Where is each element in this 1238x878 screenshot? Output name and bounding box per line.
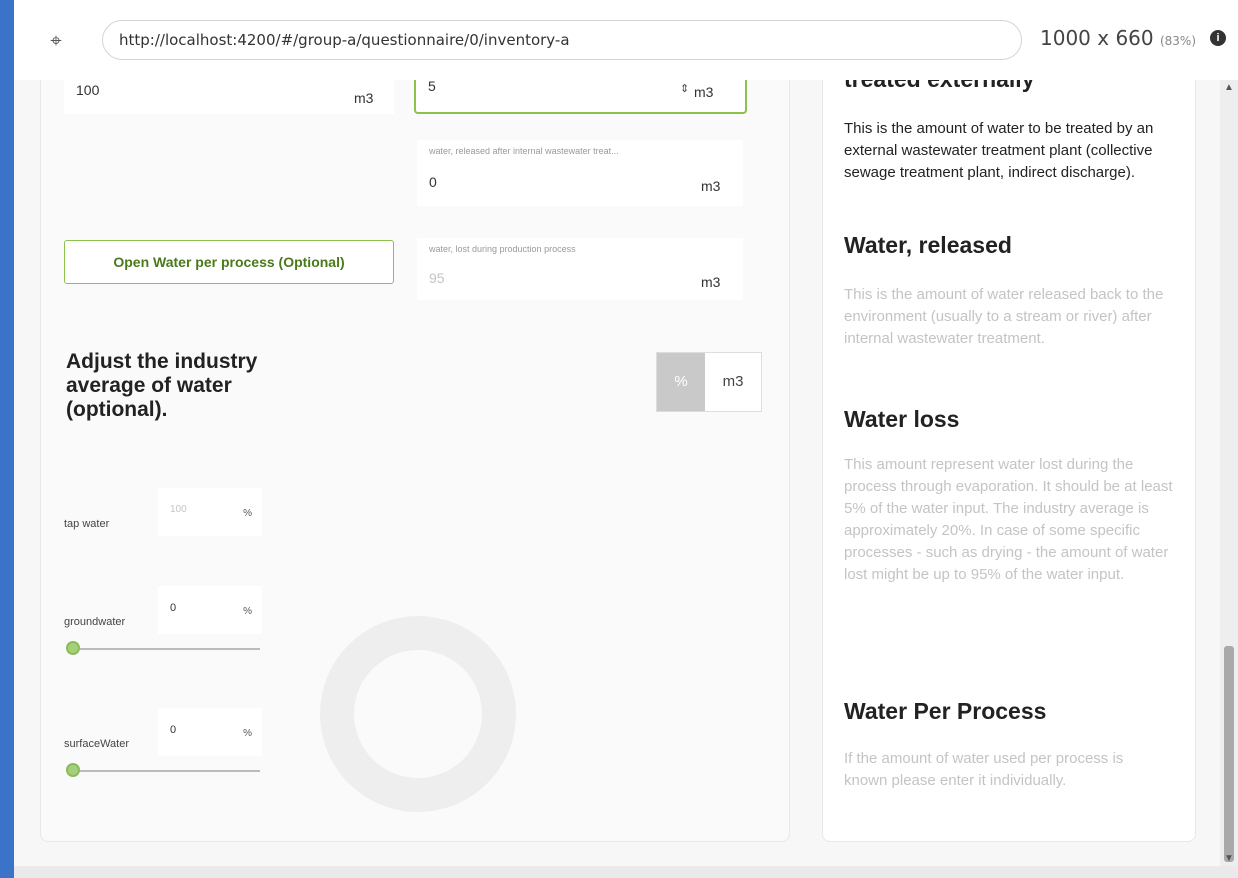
surface-water-value: 0	[170, 724, 177, 736]
water-distribution-donut	[320, 616, 516, 812]
treated-externally-value: 5	[428, 78, 436, 94]
tap-water-value: 100	[170, 504, 187, 515]
unit-toggle: % m3	[656, 352, 762, 412]
water-input-field[interactable]: 100 m3	[64, 80, 394, 114]
help-heading-water-loss: Water loss	[844, 406, 960, 432]
tap-water-label: tap water	[64, 518, 110, 530]
water-released-unit: m3	[701, 178, 721, 194]
address-bar: ⌖ http://localhost:4200/#/group-a/questi…	[14, 0, 1238, 80]
url-input[interactable]: http://localhost:4200/#/group-a/question…	[102, 20, 1022, 60]
groundwater-value: 0	[170, 602, 177, 614]
groundwater-unit: %	[243, 606, 252, 617]
help-text-water-released: This is the amount of water released bac…	[844, 286, 1164, 347]
help-heading-water-released: Water, released	[844, 232, 1012, 258]
bottom-edge	[14, 866, 1238, 878]
water-input-unit: m3	[354, 90, 374, 106]
adjust-average-heading: Adjust the industry average of water (op…	[66, 350, 258, 421]
treated-externally-unit: m3	[694, 84, 714, 100]
info-icon[interactable]: i	[1210, 30, 1226, 46]
m3-toggle-button[interactable]: m3	[705, 353, 761, 411]
surface-water-unit: %	[243, 728, 252, 739]
crosshair-icon[interactable]: ⌖	[44, 28, 68, 52]
scroll-thumb[interactable]	[1224, 646, 1234, 862]
open-water-per-process-button[interactable]: Open Water per process (Optional)	[64, 240, 394, 284]
surface-water-label: surfaceWater	[64, 738, 130, 750]
surface-water-input[interactable]: 0 %	[158, 708, 262, 756]
water-lost-value: 95	[429, 270, 445, 286]
browser-window: 100 m3 5 ⇕ m3 water, released after inte…	[14, 0, 1238, 878]
viewport-dimensions: 1000 x 660	[1040, 26, 1154, 50]
stepper-arrows-icon[interactable]: ⇕	[680, 82, 689, 95]
vertical-scrollbar[interactable]: ▲ ▼	[1220, 80, 1238, 866]
percent-toggle-button[interactable]: %	[657, 353, 705, 411]
help-text-water-per-process: If the amount of water used per process …	[844, 750, 1124, 789]
groundwater-input[interactable]: 0 %	[158, 586, 262, 634]
surface-water-slider-track[interactable]	[72, 770, 260, 772]
surface-water-slider-knob[interactable]	[66, 763, 80, 777]
viewport-size: 1000 x 660 (83%)	[1040, 26, 1196, 50]
help-text-water-loss: This amount represent water lost during …	[844, 456, 1173, 583]
scroll-down-arrow-icon[interactable]: ▼	[1224, 853, 1234, 864]
water-released-field[interactable]: water, released after internal wastewate…	[417, 140, 743, 206]
groundwater-label: groundwater	[64, 616, 126, 628]
help-heading-water-per-process: Water Per Process	[844, 698, 1047, 724]
water-lost-label: water, lost during production process	[429, 244, 576, 254]
groundwater-slider-knob[interactable]	[66, 641, 80, 655]
water-released-label: water, released after internal wastewate…	[429, 146, 619, 156]
water-lost-field[interactable]: water, lost during production process 95…	[417, 238, 743, 300]
water-input-value: 100	[76, 82, 100, 98]
zoom-level: (83%)	[1159, 34, 1197, 48]
water-lost-unit: m3	[701, 274, 721, 290]
help-text-treated-externally: This is the amount of water to be treate…	[844, 120, 1154, 181]
scroll-up-arrow-icon[interactable]: ▲	[1224, 82, 1234, 93]
water-released-value: 0	[429, 174, 437, 190]
tap-water-input[interactable]: 100 %	[158, 488, 262, 536]
tap-water-unit: %	[243, 508, 252, 519]
groundwater-slider-track[interactable]	[72, 648, 260, 650]
